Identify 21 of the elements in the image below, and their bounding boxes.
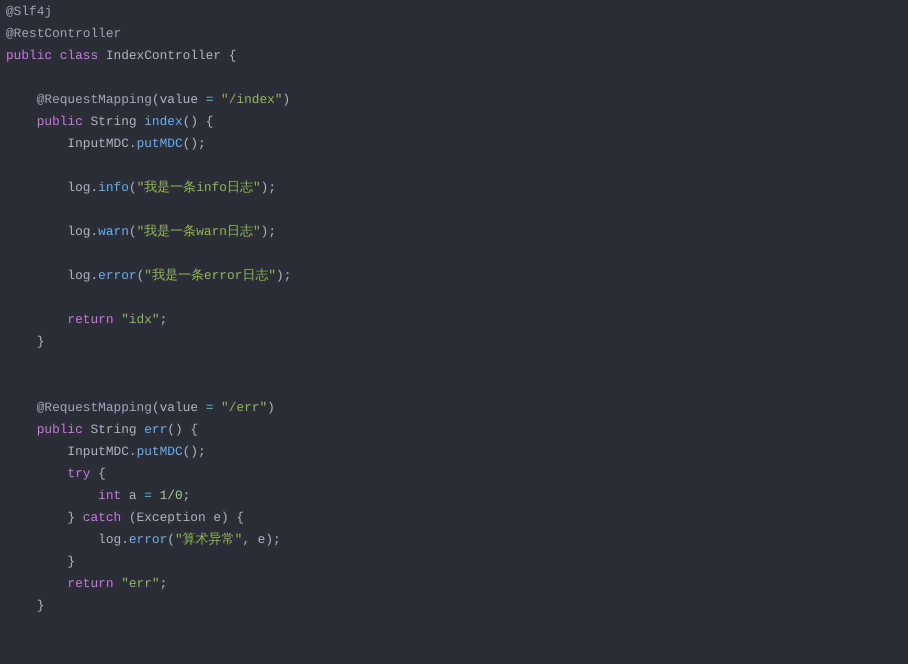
code-line: InputMDC.putMDC();	[66, 444, 206, 459]
code-line: return "idx";	[66, 312, 168, 327]
code-line: public class IndexController {	[6, 48, 236, 63]
code-line: log.warn("我是一条warn日志");	[66, 224, 276, 239]
code-line: int a = 1/0;	[97, 488, 190, 503]
code-line: try {	[66, 466, 106, 481]
code-line: log.error("算术异常", e);	[97, 532, 281, 547]
code-line: @RequestMapping(value = "/index")	[36, 92, 290, 107]
code-line: InputMDC.putMDC();	[66, 136, 206, 151]
code-line: @RequestMapping(value = "/err")	[36, 400, 275, 415]
code-line: @RestController	[6, 26, 122, 41]
code-line: }	[36, 598, 44, 613]
code-line: } catch (Exception e) {	[66, 510, 244, 525]
code-line: @Slf4j	[6, 4, 52, 19]
code-line: }	[66, 554, 76, 569]
code-line: public String err() {	[36, 422, 198, 437]
code-line: }	[36, 334, 44, 349]
code-line: public String index() {	[36, 114, 214, 129]
code-line: return "err";	[66, 576, 168, 591]
code-line: log.info("我是一条info日志");	[66, 180, 276, 195]
code-line: log.error("我是一条error日志");	[66, 268, 292, 283]
